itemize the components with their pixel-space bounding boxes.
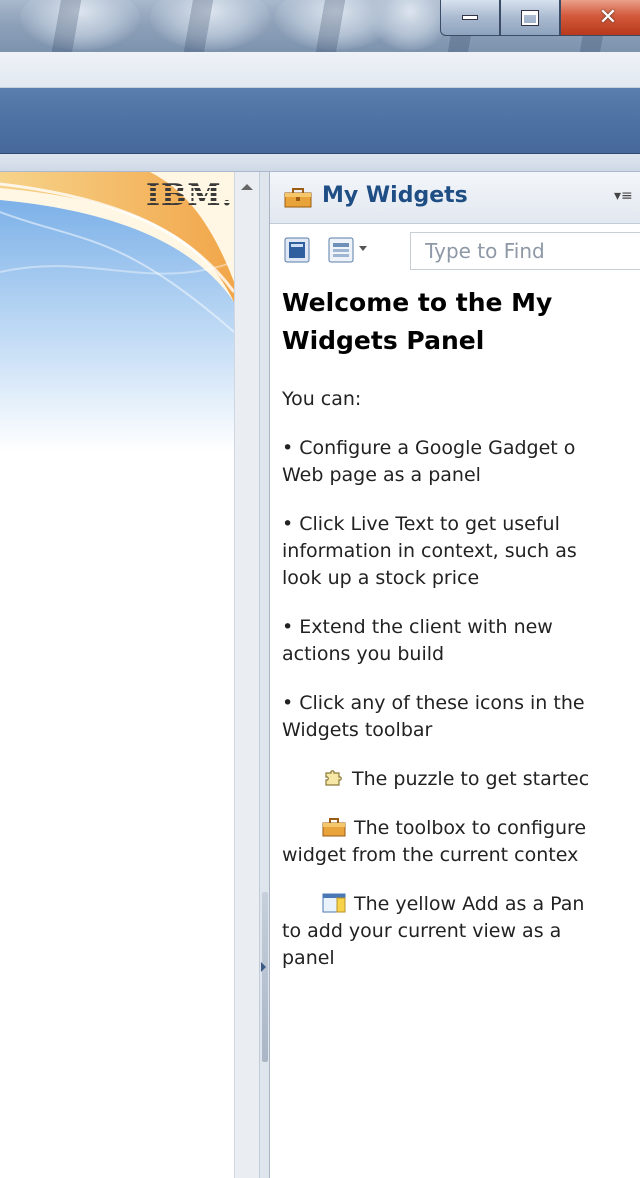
bullet-line: • Click any of these icons in the	[282, 692, 585, 714]
toolbox-text: The toolbox to configure	[354, 817, 587, 839]
window-controls: ✕	[440, 0, 640, 36]
bullet-line: • Click Live Text to get useful	[282, 513, 560, 535]
panel-menu-icon[interactable]: ▾≡	[614, 188, 633, 204]
add-panel-text: The yellow Add as a Pan	[354, 893, 585, 915]
splitter-grip[interactable]	[262, 892, 268, 1062]
window-title-bar: ✕	[0, 0, 640, 52]
bullet-line: • Extend the client with new	[282, 616, 553, 638]
puzzle-item: The puzzle to get startec	[282, 766, 640, 793]
application-banner-bar	[0, 88, 640, 154]
bullet-line: • Configure a Google Gadget o	[282, 437, 576, 459]
puzzle-text: The puzzle to get startec	[352, 768, 590, 790]
add-panel-text-cont: to add your current view as a	[282, 920, 562, 942]
add-panel-item: The yellow Add as a Pan to add your curr…	[282, 891, 640, 972]
maximize-icon	[521, 9, 539, 26]
welcome-content: Welcome to the My Widgets Panel You can:…	[270, 284, 640, 972]
add-panel-line: The yellow Add as a Pan	[282, 891, 640, 918]
bullet-configure-gadget: • Configure a Google Gadget o Web page a…	[282, 435, 640, 489]
menu-strip	[0, 52, 640, 88]
home-pane-scrollbar[interactable]	[234, 172, 260, 1178]
toolbox-text-cont: widget from the current contex	[282, 844, 579, 866]
pane-splitter[interactable]	[260, 172, 270, 1178]
panel-title: My Widgets	[322, 183, 468, 208]
toolbar-strip	[0, 154, 640, 172]
widget-icon[interactable]	[284, 237, 310, 263]
puzzle-icon	[325, 770, 342, 786]
intro-line: You can:	[282, 388, 362, 410]
chevron-down-icon[interactable]	[359, 246, 367, 251]
bullet-line: information in context, such as	[282, 540, 577, 562]
close-button[interactable]: ✕	[560, 0, 640, 36]
find-input[interactable]	[410, 232, 640, 270]
bullet-line: Web page as a panel	[282, 464, 481, 486]
bullet-live-text: • Click Live Text to get useful informat…	[282, 511, 640, 592]
ibm-logo: IBM.	[146, 178, 234, 213]
my-widgets-panel: My Widgets ▾≡ Welcome to the My Widgets …	[270, 172, 640, 1178]
welcome-heading: Welcome to the My Widgets Panel	[282, 288, 553, 355]
puzzle-line: The puzzle to get startec	[282, 766, 640, 793]
add-as-panel-icon	[322, 893, 346, 913]
minimize-icon	[462, 15, 478, 20]
toolbox-icon	[322, 818, 346, 837]
toolbox-line: The toolbox to configure	[282, 815, 640, 842]
home-page-pane: IBM.	[0, 172, 234, 1178]
toolbox-icon	[284, 188, 312, 208]
toolbox-item: The toolbox to configure widget from the…	[282, 815, 640, 869]
intro-text: You can:	[282, 386, 640, 413]
bullet-line: actions you build	[282, 643, 445, 665]
home-banner-graphic	[0, 172, 234, 452]
maximize-button[interactable]	[500, 0, 560, 36]
minimize-button[interactable]	[440, 0, 500, 36]
panel-header: My Widgets ▾≡	[270, 172, 640, 224]
widgets-toolbar	[270, 224, 640, 276]
bullet-line: Widgets toolbar	[282, 719, 433, 741]
bullet-extend-client: • Extend the client with new actions you…	[282, 614, 640, 668]
close-icon: ✕	[598, 5, 618, 30]
scroll-up-arrow-icon[interactable]	[241, 184, 253, 190]
add-panel-text-cont: panel	[282, 947, 335, 969]
collapse-arrow-icon[interactable]	[261, 962, 266, 972]
bullet-line: look up a stock price	[282, 567, 480, 589]
bullet-toolbar-icons: • Click any of these icons in the Widget…	[282, 690, 640, 744]
view-options-icon[interactable]	[328, 237, 354, 263]
